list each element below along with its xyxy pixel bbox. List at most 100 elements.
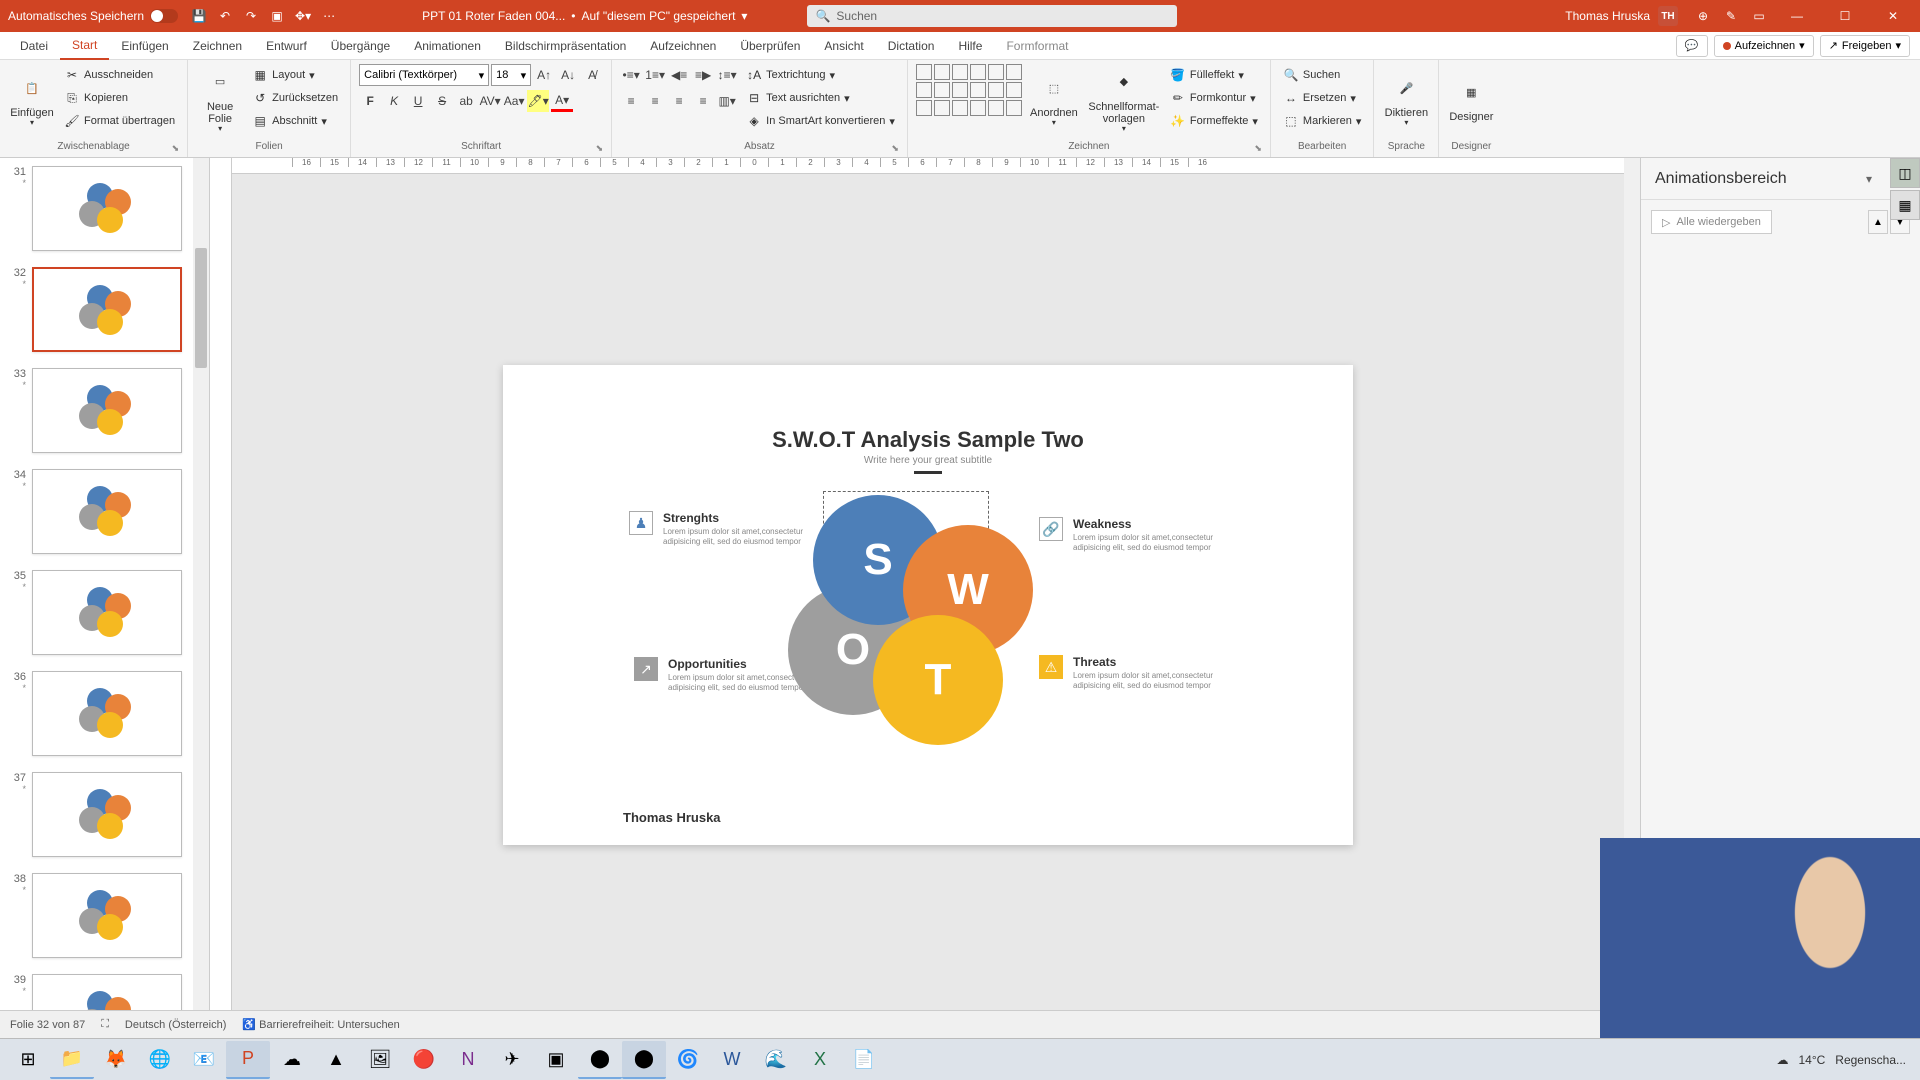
justify-button[interactable]: ≡ [692, 90, 714, 112]
swot-text-threats[interactable]: ⚠ Threats Lorem ipsum dolor sit amet,con… [1073, 655, 1233, 692]
tab-review[interactable]: Überprüfen [728, 32, 812, 60]
font-size-select[interactable]: 18▾ [491, 64, 531, 86]
bullets-button[interactable]: •≡▾ [620, 64, 642, 86]
user-avatar[interactable]: TH [1658, 6, 1678, 26]
dialog-launcher-icon[interactable]: ⬊ [172, 143, 180, 154]
taskbar-telegram[interactable]: ✈ [490, 1041, 534, 1079]
taskbar-onenote[interactable]: N [446, 1041, 490, 1079]
dictate-button[interactable]: 🎤Diktieren▾ [1382, 64, 1430, 136]
shape-cell[interactable] [1006, 64, 1022, 80]
shape-cell[interactable] [988, 100, 1004, 116]
shape-cell[interactable] [916, 100, 932, 116]
slide-thumbnail[interactable]: 35* [0, 562, 209, 663]
taskbar-excel[interactable]: X [798, 1041, 842, 1079]
cut-button[interactable]: ✂Ausschneiden [60, 64, 179, 86]
spell-check-icon[interactable]: ⛶ [101, 1018, 109, 1031]
slide-title[interactable]: S.W.O.T Analysis Sample Two [503, 427, 1353, 453]
swot-circle-t[interactable]: T [873, 615, 1003, 745]
decrease-indent-button[interactable]: ◀≡ [668, 64, 690, 86]
align-left-button[interactable]: ≡ [620, 90, 642, 112]
shrink-font-button[interactable]: A↓ [557, 64, 579, 86]
side-tab-designer[interactable]: ▦ [1890, 190, 1920, 220]
tab-shape-format[interactable]: Formformat [994, 32, 1080, 60]
shape-cell[interactable] [934, 100, 950, 116]
shape-cell[interactable] [952, 82, 968, 98]
taskbar-tray[interactable]: ☁ 14°C Regenscha... [1776, 1053, 1914, 1067]
shape-cell[interactable] [1006, 100, 1022, 116]
font-color-button[interactable]: A▾ [551, 90, 573, 112]
record-button[interactable]: Aufzeichnen▾ [1714, 35, 1814, 57]
shape-cell[interactable] [934, 82, 950, 98]
maximize-button[interactable]: ☐ [1822, 0, 1868, 32]
bold-button[interactable]: F [359, 90, 381, 112]
slide-subtitle[interactable]: Write here your great subtitle [503, 455, 1353, 466]
thumbnail-image[interactable] [32, 671, 182, 756]
shapes-gallery[interactable] [916, 64, 1022, 116]
shape-cell[interactable] [970, 64, 986, 80]
shape-cell[interactable] [952, 100, 968, 116]
align-center-button[interactable]: ≡ [644, 90, 666, 112]
ribbon-display-icon[interactable]: ▭ [1746, 4, 1772, 28]
outline-button[interactable]: ✏Formkontur ▾ [1166, 87, 1262, 109]
shadow-button[interactable]: ab [455, 90, 477, 112]
font-name-select[interactable]: Calibri (Textkörper)▾ [359, 64, 489, 86]
slide-canvas[interactable]: S.W.O.T Analysis Sample Two Write here y… [232, 158, 1624, 1052]
grow-font-button[interactable]: A↑ [533, 64, 555, 86]
thumbnail-image[interactable] [32, 469, 182, 554]
new-slide-button[interactable]: ▭Neue Folie▾ [196, 64, 244, 136]
format-painter-button[interactable]: 🖌Format übertragen [60, 110, 179, 132]
shape-cell[interactable] [970, 82, 986, 98]
present-icon[interactable]: ⊕ [1690, 4, 1716, 28]
designer-button[interactable]: ▦Designer [1447, 64, 1495, 136]
layout-button[interactable]: ▦Layout ▾ [248, 64, 342, 86]
align-right-button[interactable]: ≡ [668, 90, 690, 112]
section-button[interactable]: ▤Abschnitt ▾ [248, 110, 342, 132]
paste-button[interactable]: 📋Einfügen▾ [8, 64, 56, 136]
qat-customize-icon[interactable]: ⋯ [316, 4, 342, 28]
highlight-button[interactable]: 🖊▾ [527, 90, 549, 112]
tab-home[interactable]: Start [60, 32, 109, 60]
tab-animations[interactable]: Animationen [402, 32, 493, 60]
taskbar-chrome[interactable]: 🌐 [138, 1041, 182, 1079]
slide-thumbnail[interactable]: 34* [0, 461, 209, 562]
tab-insert[interactable]: Einfügen [109, 32, 180, 60]
taskbar-app[interactable]: 🖼 [358, 1041, 402, 1079]
shape-cell[interactable] [988, 64, 1004, 80]
thumbnail-image[interactable] [32, 368, 182, 453]
line-spacing-button[interactable]: ↕≡▾ [716, 64, 738, 86]
close-button[interactable]: ✕ [1870, 0, 1916, 32]
redo-icon[interactable]: ↷ [238, 4, 264, 28]
strikethrough-button[interactable]: S [431, 90, 453, 112]
scroll-thumb[interactable] [195, 248, 207, 368]
save-icon[interactable]: 💾 [186, 4, 212, 28]
user-name[interactable]: Thomas Hruska [1565, 9, 1650, 23]
dialog-launcher-icon[interactable]: ⬊ [1254, 143, 1262, 154]
thumbnail-image[interactable] [32, 166, 182, 251]
italic-button[interactable]: K [383, 90, 405, 112]
start-button[interactable]: ⊞ [6, 1041, 50, 1079]
fill-button[interactable]: 🪣Fülleffekt ▾ [1166, 64, 1262, 86]
case-button[interactable]: Aa▾ [503, 90, 525, 112]
underline-button[interactable]: U [407, 90, 429, 112]
thumbnail-image[interactable] [32, 570, 182, 655]
tab-view[interactable]: Ansicht [812, 32, 875, 60]
taskbar-app[interactable]: 📄 [842, 1041, 886, 1079]
thumbnails-scrollbar[interactable] [193, 158, 209, 1052]
taskbar-outlook[interactable]: 📧 [182, 1041, 226, 1079]
taskbar-word[interactable]: W [710, 1041, 754, 1079]
thumbnail-image[interactable] [32, 873, 182, 958]
taskbar-firefox[interactable]: 🦊 [94, 1041, 138, 1079]
taskbar-app[interactable]: ▣ [534, 1041, 578, 1079]
swot-text-strengths[interactable]: ♟ Strenghts Lorem ipsum dolor sit amet,c… [663, 511, 823, 548]
tab-dictation[interactable]: Dictation [876, 32, 947, 60]
taskbar-edge[interactable]: 🌊 [754, 1041, 798, 1079]
slide-counter[interactable]: Folie 32 von 87 [10, 1019, 85, 1031]
taskbar-app[interactable]: ☁ [270, 1041, 314, 1079]
select-button[interactable]: ⬚Markieren ▾ [1279, 110, 1365, 132]
taskbar-obs[interactable]: ⬤ [578, 1041, 622, 1079]
text-direction-button[interactable]: ↕ATextrichtung ▾ [742, 64, 899, 86]
slide-thumbnail[interactable]: 36* [0, 663, 209, 764]
language-status[interactable]: Deutsch (Österreich) [125, 1019, 226, 1031]
tab-transitions[interactable]: Übergänge [319, 32, 402, 60]
shape-cell[interactable] [1006, 82, 1022, 98]
